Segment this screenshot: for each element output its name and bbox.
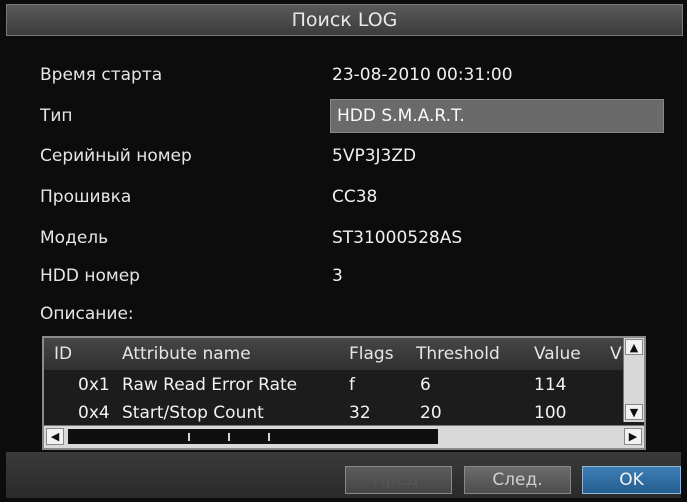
scroll-grip	[268, 433, 270, 441]
cell-id: 0x1	[78, 375, 110, 395]
scroll-grip	[188, 433, 190, 441]
table-row[interactable]: 0x1 Raw Read Error Rate f 6 114 9	[44, 372, 644, 398]
chevron-up-icon: ▲	[629, 340, 639, 354]
chevron-down-icon: ▼	[629, 405, 639, 419]
model-value: ST31000528AS	[332, 228, 463, 248]
dialog-title: Поиск LOG	[291, 9, 398, 31]
button-bar	[6, 452, 681, 498]
cell-value: 114	[534, 375, 567, 395]
scroll-grip	[228, 433, 230, 441]
firmware-value: CC38	[332, 187, 378, 207]
type-select[interactable]: HDD S.M.A.R.T.	[330, 99, 664, 133]
scroll-down-button[interactable]: ▼	[625, 404, 643, 420]
serial-number-value: 5VP3J3ZD	[332, 146, 417, 166]
smart-attributes-table[interactable]: ID Attribute name Flags Threshold Value …	[42, 336, 646, 450]
horizontal-scrollbar[interactable]: ◀ ▶	[44, 425, 644, 448]
column-flags[interactable]: Flags	[349, 344, 394, 364]
cell-attribute-name: Start/Stop Count	[122, 403, 264, 423]
horizontal-scroll-thumb[interactable]	[68, 429, 438, 444]
model-label: Модель	[40, 228, 109, 248]
chevron-left-icon: ◀	[50, 430, 60, 443]
column-value[interactable]: Value	[534, 344, 581, 364]
start-time-label: Время старта	[40, 65, 163, 85]
cell-id: 0x4	[78, 403, 110, 423]
prev-button[interactable]: Пред.	[345, 466, 452, 494]
type-select-value: HDD S.M.A.R.T.	[337, 106, 465, 126]
next-button-label: След.	[492, 470, 543, 490]
cell-threshold: 6	[420, 375, 431, 395]
cell-threshold: 20	[420, 403, 442, 423]
ok-button-label: OK	[619, 470, 644, 490]
scroll-left-button[interactable]: ◀	[46, 428, 64, 445]
ok-button[interactable]: OK	[582, 466, 681, 494]
hdd-number-value: 3	[332, 266, 343, 286]
serial-number-label: Серийный номер	[40, 146, 192, 166]
cell-flags: 32	[349, 403, 371, 423]
table-row[interactable]: 0x4 Start/Stop Count 32 20 100 1	[44, 400, 644, 426]
cell-value: 100	[534, 403, 567, 423]
dialog-title-bar: Поиск LOG	[6, 4, 683, 36]
hdd-number-label: HDD номер	[40, 266, 140, 286]
prev-button-label: Пред.	[372, 470, 425, 490]
firmware-label: Прошивка	[40, 187, 132, 207]
cell-attribute-name: Raw Read Error Rate	[122, 375, 298, 395]
column-attribute-name[interactable]: Attribute name	[122, 344, 251, 364]
scroll-right-button[interactable]: ▶	[624, 428, 642, 445]
type-label: Тип	[40, 106, 73, 126]
start-time-value: 23-08-2010 00:31:00	[332, 65, 513, 85]
column-id[interactable]: ID	[54, 344, 72, 364]
column-threshold[interactable]: Threshold	[416, 344, 500, 364]
chevron-right-icon: ▶	[628, 430, 638, 443]
description-label: Описание:	[40, 304, 134, 324]
scroll-up-button[interactable]: ▲	[625, 339, 643, 355]
cell-flags: f	[349, 375, 355, 395]
vertical-scrollbar[interactable]: ▲ ▼	[623, 338, 644, 422]
table-header: ID Attribute name Flags Threshold Value …	[44, 338, 644, 370]
next-button[interactable]: След.	[464, 466, 571, 494]
column-worst[interactable]: V	[610, 344, 622, 364]
